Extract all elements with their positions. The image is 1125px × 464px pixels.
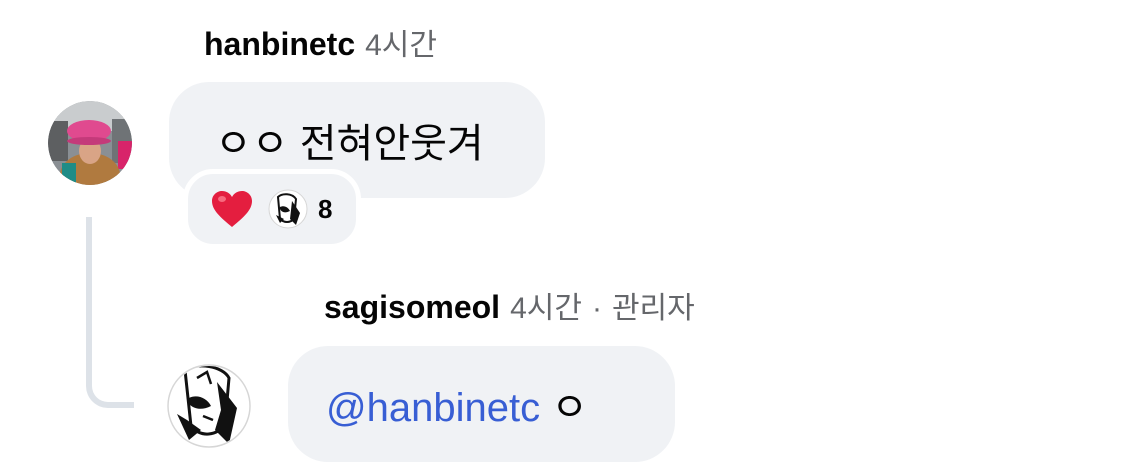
comment-time[interactable]: 4시간 [365,20,437,64]
comment-text: ㅇㅇ 전혀안웃겨 [215,122,484,166]
reply-avatar[interactable] [167,364,251,448]
reply-header: sagisomeol 4시간 · 관리자 [324,283,695,327]
comment-avatar[interactable] [48,101,132,185]
reply-bubble[interactable]: @hanbinetc ㅇ [288,346,675,462]
reaction-count: 8 [318,193,333,224]
reaction-pill[interactable]: 8 [183,169,361,249]
reply-text-wrapper: @hanbinetc ㅇ [326,375,588,433]
heart-reaction-icon [212,191,252,227]
thread-connector-line [86,217,134,408]
user-photo-avatar-icon [48,101,132,185]
comment-username[interactable]: hanbinetc [204,26,355,63]
comment-header: hanbinetc 4시간 [204,20,437,64]
reply-text: ㅇ [540,386,589,430]
mention-link[interactable]: @hanbinetc [326,386,540,430]
reactor-avatar-icon [268,189,308,229]
manga-face-avatar-icon [167,364,251,448]
reply-admin-badge: 관리자 [611,292,695,325]
reply-time[interactable]: 4시간 [510,283,582,327]
reply-username[interactable]: sagisomeol [324,289,500,326]
reply-separator: · [591,292,602,325]
